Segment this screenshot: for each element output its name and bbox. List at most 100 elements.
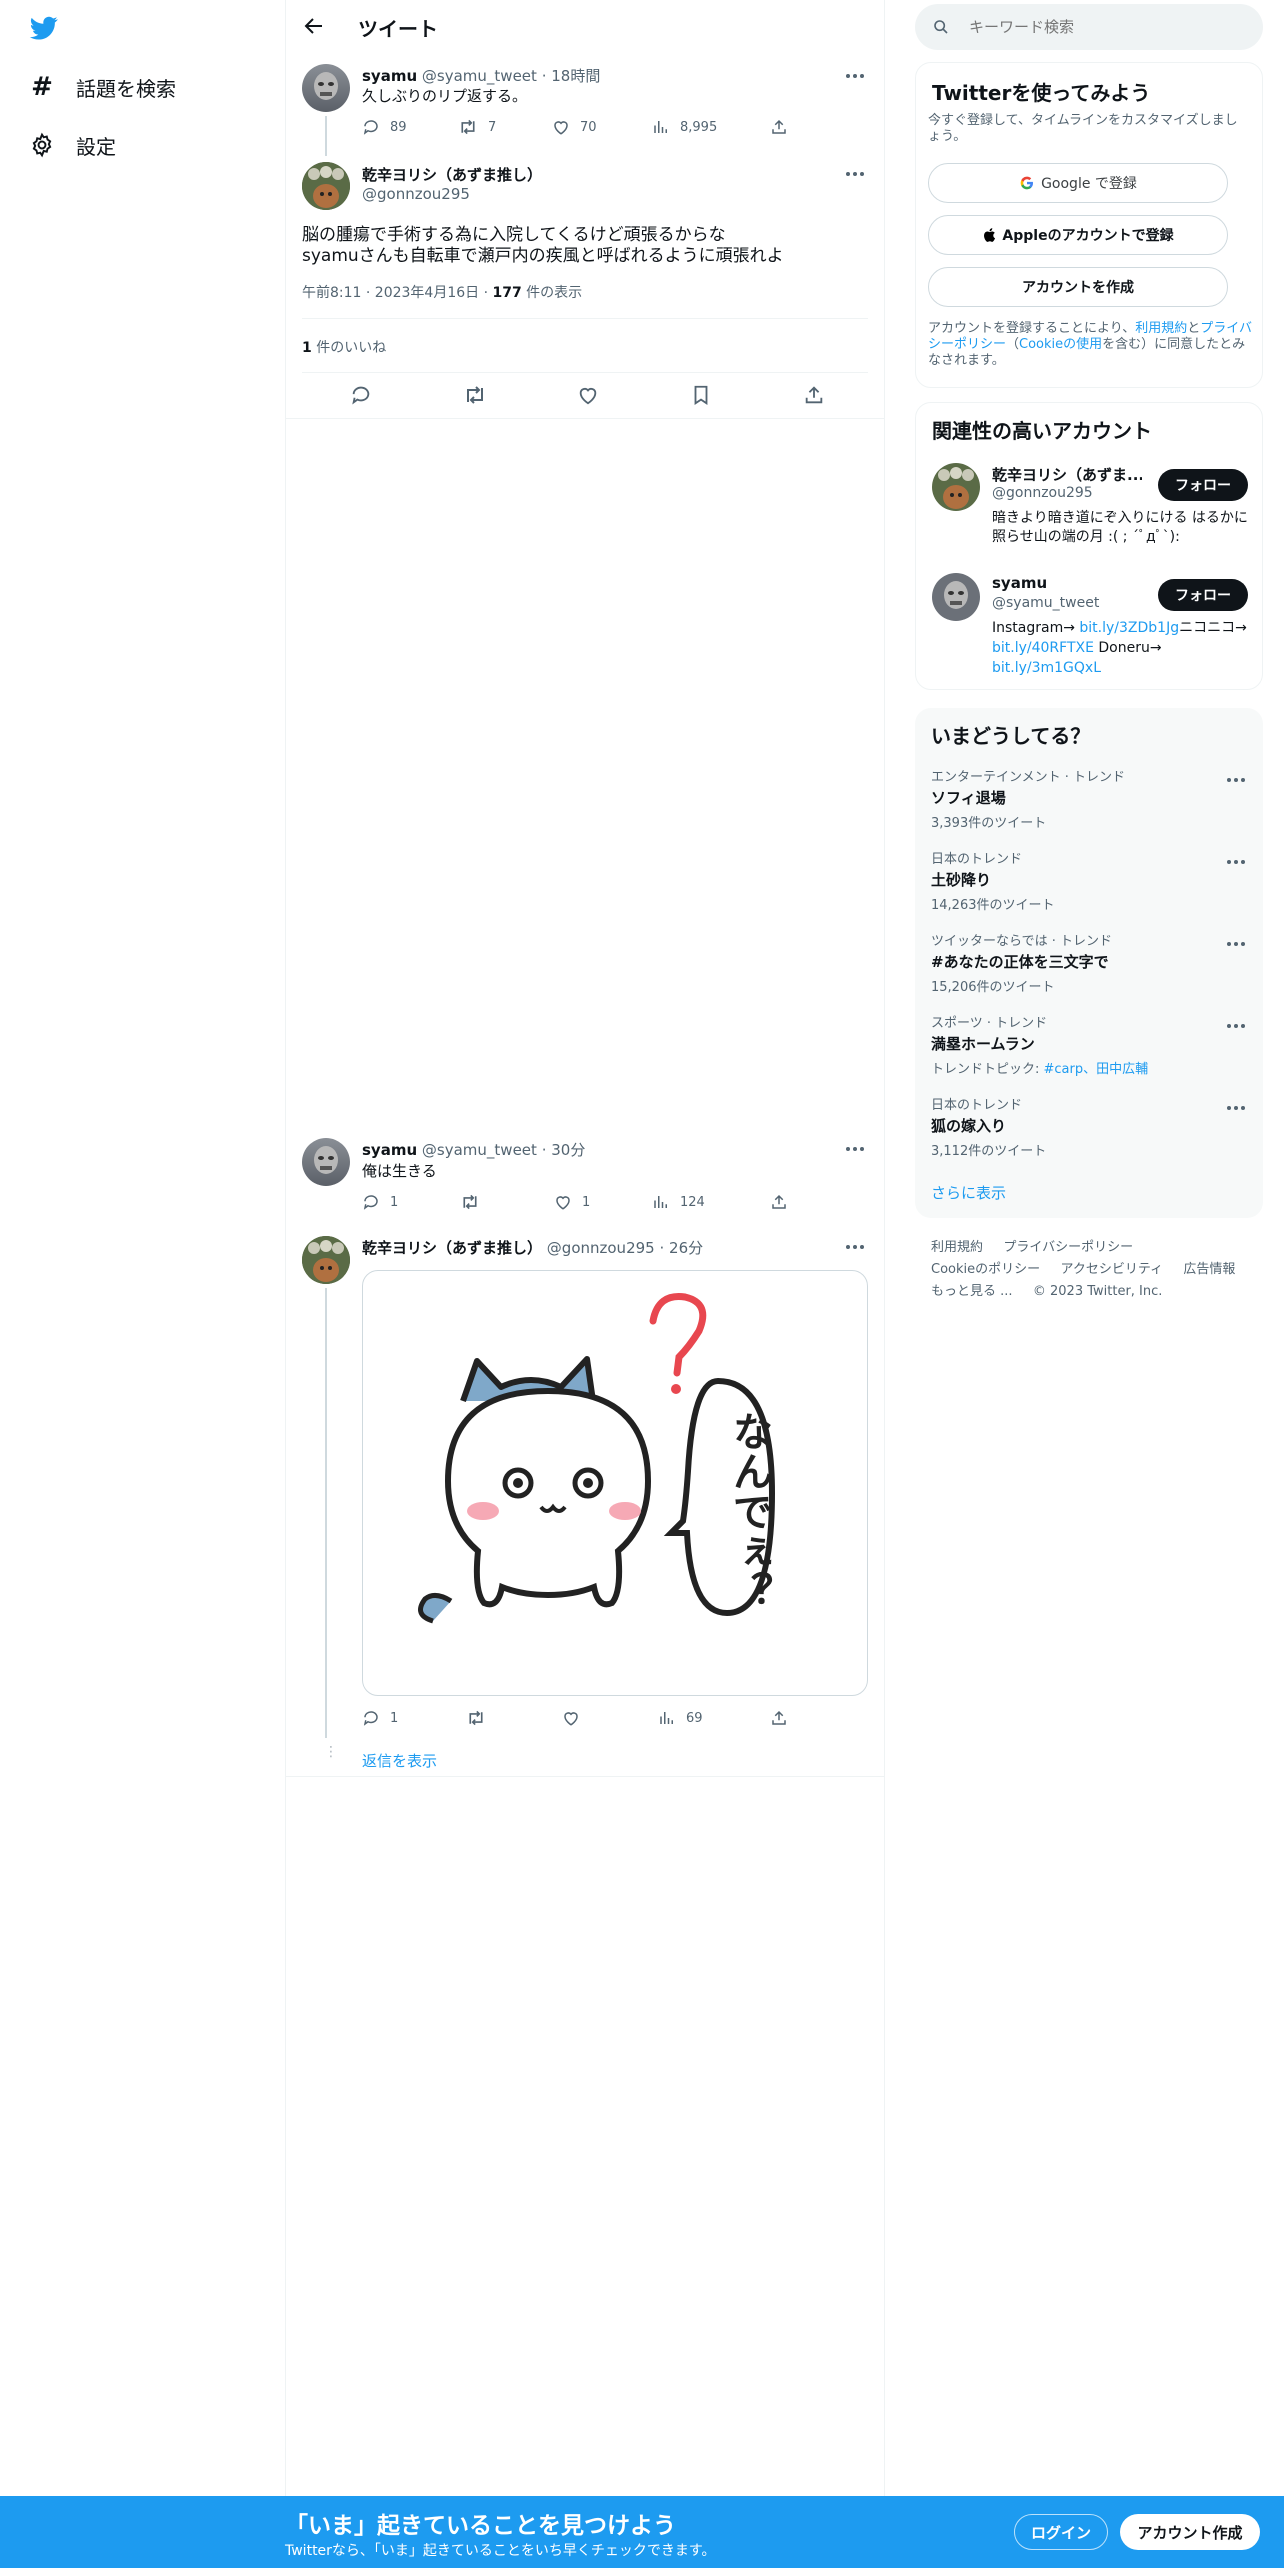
account-handle[interactable]: @syamu_tweet	[992, 595, 1099, 611]
footer-terms-link[interactable]: 利用規約	[931, 1240, 983, 1255]
author-handle[interactable]: @gonnzou295	[547, 1239, 655, 1257]
bio-link[interactable]: bit.ly/3ZDb1Jg	[1079, 620, 1179, 636]
tweet-image[interactable]: なんでぇ？	[362, 1270, 868, 1696]
reply-button[interactable]	[350, 384, 372, 406]
divider	[286, 418, 884, 419]
tweet-time[interactable]: 30分	[551, 1141, 585, 1159]
author-handle[interactable]: @gonnzou295	[362, 185, 470, 203]
nav-item-explore[interactable]: # 話題を検索	[28, 67, 176, 107]
retweet-button[interactable]: 7	[458, 118, 496, 136]
trend-item[interactable]: スポーツ · トレンド 満塁ホームラン トレンドトピック: #carp、田中広輔	[931, 1012, 1247, 1077]
search-bar[interactable]	[915, 4, 1263, 50]
avatar[interactable]	[302, 64, 350, 112]
author-handle[interactable]: @syamu_tweet	[422, 67, 537, 85]
share-icon	[770, 1193, 788, 1211]
author-name[interactable]: 乾辛ヨリシ（あずま推し）	[362, 1239, 542, 1257]
avatar[interactable]	[302, 1138, 350, 1186]
more-icon[interactable]	[1225, 770, 1247, 790]
account-name[interactable]: 乾辛ヨリシ（あずま...	[992, 464, 1142, 485]
nav-item-settings[interactable]: 設定	[28, 125, 116, 165]
avatar[interactable]	[302, 162, 350, 210]
author-name[interactable]: syamu	[362, 1141, 417, 1159]
more-icon[interactable]	[844, 1237, 866, 1257]
thread-line	[325, 116, 327, 156]
login-button[interactable]: ログイン	[1014, 2514, 1108, 2550]
trend-item[interactable]: 日本のトレンド 狐の嫁入り 3,112件のツイート	[931, 1094, 1247, 1159]
avatar[interactable]	[302, 1236, 350, 1284]
more-icon[interactable]	[1225, 1016, 1247, 1036]
more-icon[interactable]	[844, 66, 866, 86]
avatar[interactable]	[932, 463, 980, 511]
views-label: 件の表示	[521, 285, 583, 301]
more-icon[interactable]	[1225, 852, 1247, 872]
twitter-logo-icon[interactable]	[28, 14, 60, 42]
like-button[interactable]: 1	[554, 1193, 590, 1211]
trend-topic-link[interactable]: #carp、田中広輔	[1044, 1062, 1149, 1077]
like-button[interactable]	[577, 384, 599, 406]
likes-summary[interactable]: 1 件のいいね	[302, 337, 386, 357]
create-account-button[interactable]: アカウントを作成	[928, 267, 1228, 307]
tweet-header: syamu @syamu_tweet · 18時間	[362, 67, 601, 85]
bio-link[interactable]: bit.ly/3m1GQxL	[992, 660, 1101, 676]
views-button[interactable]: 8,995	[652, 118, 717, 136]
retweet-button[interactable]	[460, 1193, 480, 1211]
views-button[interactable]: 124	[652, 1193, 705, 1211]
reply-button[interactable]: 1	[362, 1193, 398, 1211]
share-button[interactable]	[770, 118, 788, 136]
bookmark-button[interactable]	[690, 384, 712, 406]
footer-ads-link[interactable]: 広告情報	[1183, 1262, 1235, 1277]
bio-link[interactable]: bit.ly/40RFTXE	[992, 640, 1094, 656]
google-signup-button[interactable]: Google で登録	[928, 163, 1228, 203]
footer-accessibility-link[interactable]: アクセシビリティ	[1060, 1262, 1163, 1277]
avatar[interactable]	[932, 573, 980, 621]
follow-button[interactable]: フォロー	[1158, 469, 1248, 501]
signup-button[interactable]: アカウント作成	[1120, 2514, 1260, 2550]
trend-item[interactable]: エンターテインメント · トレンド ソフィ退場 3,393件のツイート	[931, 766, 1247, 831]
like-button[interactable]	[562, 1709, 580, 1727]
footer-more-link[interactable]: もっと見る ...	[931, 1284, 1013, 1299]
footer-cookie-link[interactable]: Cookieのポリシー	[931, 1262, 1040, 1277]
reply-button[interactable]: 89	[362, 118, 407, 136]
view-count: 124	[680, 1194, 705, 1210]
tweet-time[interactable]: 18時間	[551, 67, 600, 85]
trend-name: 満塁ホームラン	[931, 1035, 1035, 1053]
heart-icon	[552, 118, 570, 136]
trend-item[interactable]: ツイッターならでは · トレンド #あなたの正体を三文字で 15,206件のツイ…	[931, 930, 1247, 995]
retweet-button[interactable]	[466, 1709, 486, 1727]
like-button[interactable]: 70	[552, 118, 597, 136]
show-replies-link[interactable]: 返信を表示	[362, 1750, 437, 1771]
cookie-link[interactable]: Cookieの使用	[1019, 337, 1102, 352]
like-count: 1	[582, 1194, 591, 1210]
more-icon[interactable]	[1225, 1098, 1247, 1118]
terms-link[interactable]: 利用規約	[1135, 321, 1187, 336]
tweet-time[interactable]: 26分	[669, 1239, 703, 1257]
author-name[interactable]: syamu	[362, 67, 417, 85]
author-handle[interactable]: @syamu_tweet	[422, 1141, 537, 1159]
share-button[interactable]	[770, 1193, 788, 1211]
share-button[interactable]	[803, 384, 825, 406]
reply-button[interactable]: 1	[362, 1709, 398, 1727]
search-input[interactable]	[969, 18, 1229, 36]
account-handle[interactable]: @gonnzou295	[992, 485, 1093, 501]
bio-text: Instagram→	[992, 620, 1080, 636]
follow-button[interactable]: フォロー	[1158, 579, 1248, 611]
more-icon[interactable]	[844, 1139, 866, 1159]
views-button[interactable]: 69	[658, 1709, 703, 1727]
trend-name: 土砂降り	[931, 871, 992, 889]
footer-privacy-link[interactable]: プライバシーポリシー	[1003, 1240, 1133, 1255]
back-arrow-icon[interactable]	[302, 14, 326, 38]
retweet-button[interactable]	[463, 384, 487, 406]
tweet-timestamp[interactable]: 午前8:11 · 2023年4月16日 ·	[302, 285, 493, 301]
trend-item[interactable]: 日本のトレンド 土砂降り 14,263件のツイート	[931, 848, 1247, 913]
retweet-count: 7	[488, 119, 497, 135]
search-icon	[933, 19, 949, 35]
more-icon[interactable]	[844, 164, 866, 184]
author-name[interactable]: 乾辛ヨリシ（あずま推し）	[362, 164, 542, 185]
share-button[interactable]	[770, 1709, 788, 1727]
show-more-link[interactable]: さらに表示	[931, 1182, 1006, 1203]
account-name[interactable]: syamu	[992, 574, 1047, 592]
nav-settings-label: 設定	[76, 134, 116, 159]
tweet-meta: 午前8:11 · 2023年4月16日 · 177 件の表示	[302, 282, 582, 302]
apple-signup-button[interactable]: Appleのアカウントで登録	[928, 215, 1228, 255]
more-icon[interactable]	[1225, 934, 1247, 954]
